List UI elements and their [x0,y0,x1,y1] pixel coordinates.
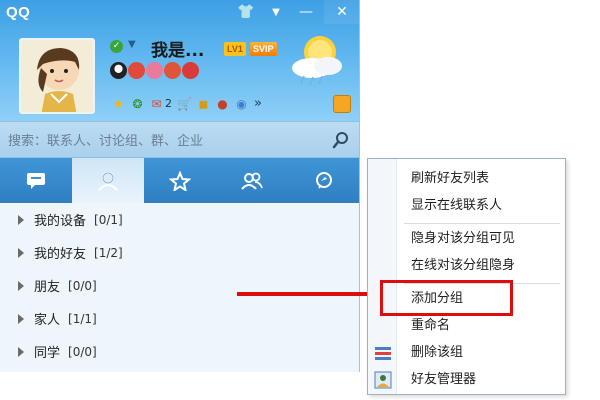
group-classmates[interactable]: 同学 [0/0] [0,335,359,368]
group-icon [241,172,263,190]
close-button[interactable]: ✕ [324,0,359,24]
annotation-highlight-box [380,280,513,316]
person-icon [98,171,118,191]
wallet-icon[interactable]: ◼ [195,95,212,112]
security-icon[interactable]: ● [214,95,231,112]
expand-arrow-icon [18,280,24,291]
qq-main-window: QQ 👕 ▼ — ✕ ✓ ▼ 我是... LV1 SVIP ★ ❂ ✉ 2 🛒 … [0,0,360,372]
expand-arrow-icon [18,247,24,258]
expand-arrow-icon [18,346,24,357]
menu-item-invisible-visible-to-group[interactable]: 隐身对该分组可见 [398,227,566,251]
contact-group-list: 我的设备 [0/1] 我的好友 [1/2] 朋友 [0/0] 家人 [1/1] … [0,203,359,368]
avatar-image [21,40,93,112]
qq-show-icon[interactable] [128,62,145,79]
search-input[interactable] [8,130,318,152]
skin-button[interactable]: 👕 [228,0,264,24]
menu-item-show-online[interactable]: 显示在线联系人 [398,194,566,218]
star-icon[interactable]: ★ [110,95,127,112]
group-count: [0/0] [68,344,97,359]
tab-favorites[interactable] [144,158,216,203]
friend-manager-icon [374,371,392,389]
svip-badge[interactable]: SVIP [250,42,277,56]
menu-item-online-hidden-from-group[interactable]: 在线对该分组隐身 [398,254,566,278]
expand-arrow-icon [18,214,24,225]
level-badge[interactable]: LV1 [224,42,246,56]
menu-item-refresh-friends[interactable]: 刷新好友列表 [398,167,566,191]
profile-header: QQ 👕 ▼ — ✕ ✓ ▼ 我是... LV1 SVIP ★ ❂ ✉ 2 🛒 … [0,0,359,121]
group-label: 我的好友 [34,247,87,262]
compass-icon [316,171,332,189]
group-label: 家人 [34,313,61,328]
browser-icon[interactable]: ◉ [233,95,250,112]
status-dropdown-icon[interactable]: ▼ [128,39,136,50]
tab-contacts[interactable] [72,158,144,203]
group-my-devices[interactable]: 我的设备 [0/1] [0,203,359,236]
search-bar [0,121,359,158]
group-label: 朋友 [34,280,61,295]
menu-dropdown-button[interactable]: ▼ [264,0,288,24]
group-count: [0/0] [68,278,97,293]
search-icon[interactable] [332,131,350,149]
star-outline-icon [169,170,191,191]
mail-count: 2 [165,97,172,110]
group-count: [0/1] [94,212,123,227]
menu-separator [404,223,560,224]
mail-icon[interactable]: ✉ [148,95,165,112]
tab-recent-chats[interactable] [0,158,72,203]
menu-item-rename[interactable]: 重命名 [398,314,566,338]
group-label: 我的设备 [34,214,87,229]
group-friends[interactable]: 朋友 [0/0] [0,269,359,302]
online-status-icon[interactable]: ✓ [110,40,123,53]
group-count: [1/1] [68,311,97,326]
group-my-friends[interactable]: 我的好友 [1/2] [0,236,359,269]
qq-pet-icon[interactable] [146,62,163,79]
tools-row: ★ ❂ ✉ 2 🛒 ◼ ● ◉ » [110,95,262,112]
main-tab-bar [0,158,359,203]
annotation-arrow-line [237,292,384,296]
tab-groups[interactable] [216,158,288,203]
group-label: 同学 [34,346,61,361]
qq-penguin-icon[interactable] [110,62,127,79]
weather-icon[interactable] [286,30,348,86]
more-tools-icon[interactable]: » [254,96,262,111]
qq-music-icon[interactable] [182,62,199,79]
group-family[interactable]: 家人 [1/1] [0,302,359,335]
app-manager-icon[interactable] [333,95,351,113]
app-title: QQ [6,4,31,21]
qq-service-icons [110,62,199,79]
qzone-icon[interactable]: ❂ [129,95,146,112]
group-context-menu: 刷新好友列表 显示在线联系人 隐身对该分组可见 在线对该分组隐身 添加分组 重命… [367,158,566,395]
group-count: [1/2] [94,245,123,260]
window-controls: 👕 ▼ — ✕ [228,0,359,24]
menu-item-delete-group[interactable]: 删除该组 [398,341,566,365]
avatar[interactable] [19,38,95,114]
chat-bubble-icon [27,172,45,189]
delete-group-icon [375,347,391,360]
qq-game-icon[interactable] [164,62,181,79]
tab-discover[interactable] [288,158,359,203]
expand-arrow-icon [18,313,24,324]
minimize-button[interactable]: — [288,0,324,24]
nickname[interactable]: 我是... [151,36,204,61]
shopping-cart-icon[interactable]: 🛒 [176,95,193,112]
menu-item-friend-manager[interactable]: 好友管理器 [398,368,566,392]
